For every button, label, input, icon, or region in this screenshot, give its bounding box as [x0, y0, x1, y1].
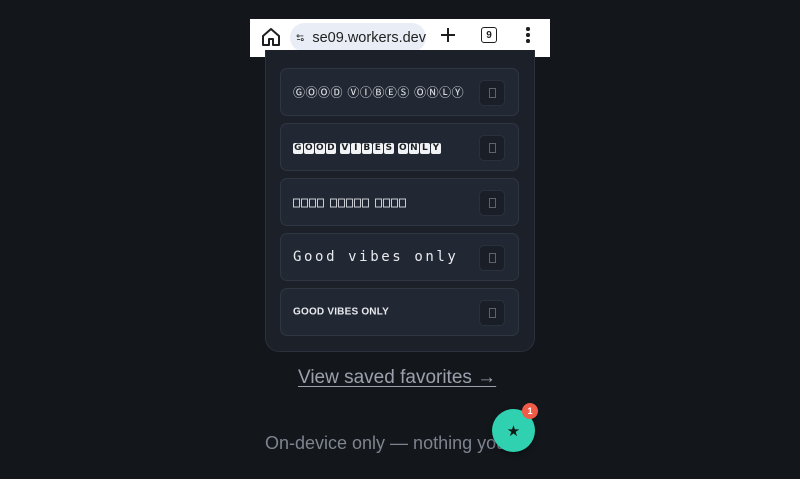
- squared-letter: O: [304, 143, 314, 154]
- missing-glyph-box: [383, 198, 390, 207]
- missing-glyph-box: [375, 198, 382, 207]
- copy-icon: [488, 143, 496, 153]
- copy-button[interactable]: [479, 135, 505, 161]
- missing-glyph-box: [391, 198, 398, 207]
- style-card-circled[interactable]: ⒼⓄⓄⒹ ⓋⒾⒷⒺⓈ ⓄⓃⓁⓎ: [280, 68, 519, 116]
- missing-glyph-box: [399, 198, 406, 207]
- url-text: se09.workers.dev: [312, 29, 426, 46]
- view-saved-favorites-link[interactable]: View saved favorites →: [298, 367, 496, 389]
- squared-letter: B: [362, 143, 372, 154]
- squared-letter: O: [398, 143, 408, 154]
- squared-letter: O: [315, 143, 325, 154]
- copy-icon: [488, 88, 496, 98]
- copy-button[interactable]: [479, 190, 505, 216]
- copy-button[interactable]: [479, 80, 505, 106]
- missing-glyph-box: [338, 198, 345, 207]
- copy-button[interactable]: [479, 245, 505, 271]
- missing-glyph-box: [330, 198, 337, 207]
- squared-letter: V: [340, 143, 350, 154]
- missing-glyph-box: [354, 198, 361, 207]
- home-icon[interactable]: [261, 26, 281, 48]
- style-sample: GOODVIBESONLY: [293, 140, 442, 154]
- style-card-spaced[interactable]: Good vibes only: [280, 233, 519, 281]
- missing-glyph-box: [346, 198, 353, 207]
- copy-icon: [488, 308, 496, 318]
- copy-icon: [488, 198, 496, 208]
- style-sample: GOOD VIBES ONLY: [293, 306, 389, 318]
- squared-letter: S: [384, 143, 394, 154]
- new-tab-icon[interactable]: [439, 26, 457, 44]
- tab-switcher-icon[interactable]: 9: [481, 27, 497, 43]
- address-bar[interactable]: se09.workers.dev: [290, 23, 426, 52]
- star-icon: ★: [506, 421, 521, 440]
- style-card-bold[interactable]: GOOD VIBES ONLY: [280, 288, 519, 336]
- style-card-unsupported[interactable]: [280, 178, 519, 226]
- site-settings-icon[interactable]: [296, 30, 304, 46]
- favorites-count-badge: 1: [522, 403, 538, 419]
- squared-letter: L: [420, 143, 430, 154]
- style-card-squared[interactable]: GOODVIBESONLY: [280, 123, 519, 171]
- squared-letter: I: [351, 143, 361, 154]
- squared-letter: Y: [431, 143, 441, 154]
- style-sample: [293, 196, 407, 209]
- squared-letter: G: [293, 143, 303, 154]
- squared-letter: N: [409, 143, 419, 154]
- missing-glyph-box: [362, 198, 369, 207]
- copy-button[interactable]: [479, 300, 505, 326]
- missing-glyph-box: [317, 198, 324, 207]
- privacy-note: On-device only — nothing you: [265, 433, 507, 453]
- squared-letter: D: [326, 143, 336, 154]
- more-menu-icon[interactable]: [526, 27, 530, 43]
- missing-glyph-box: [293, 198, 300, 207]
- style-sample: ⒼⓄⓄⒹ ⓋⒾⒷⒺⓈ ⓄⓃⓁⓎ: [293, 85, 465, 100]
- copy-icon: [488, 253, 496, 263]
- style-sample: Good vibes only: [293, 249, 459, 265]
- missing-glyph-box: [309, 198, 316, 207]
- missing-glyph-box: [301, 198, 308, 207]
- squared-letter: E: [373, 143, 383, 154]
